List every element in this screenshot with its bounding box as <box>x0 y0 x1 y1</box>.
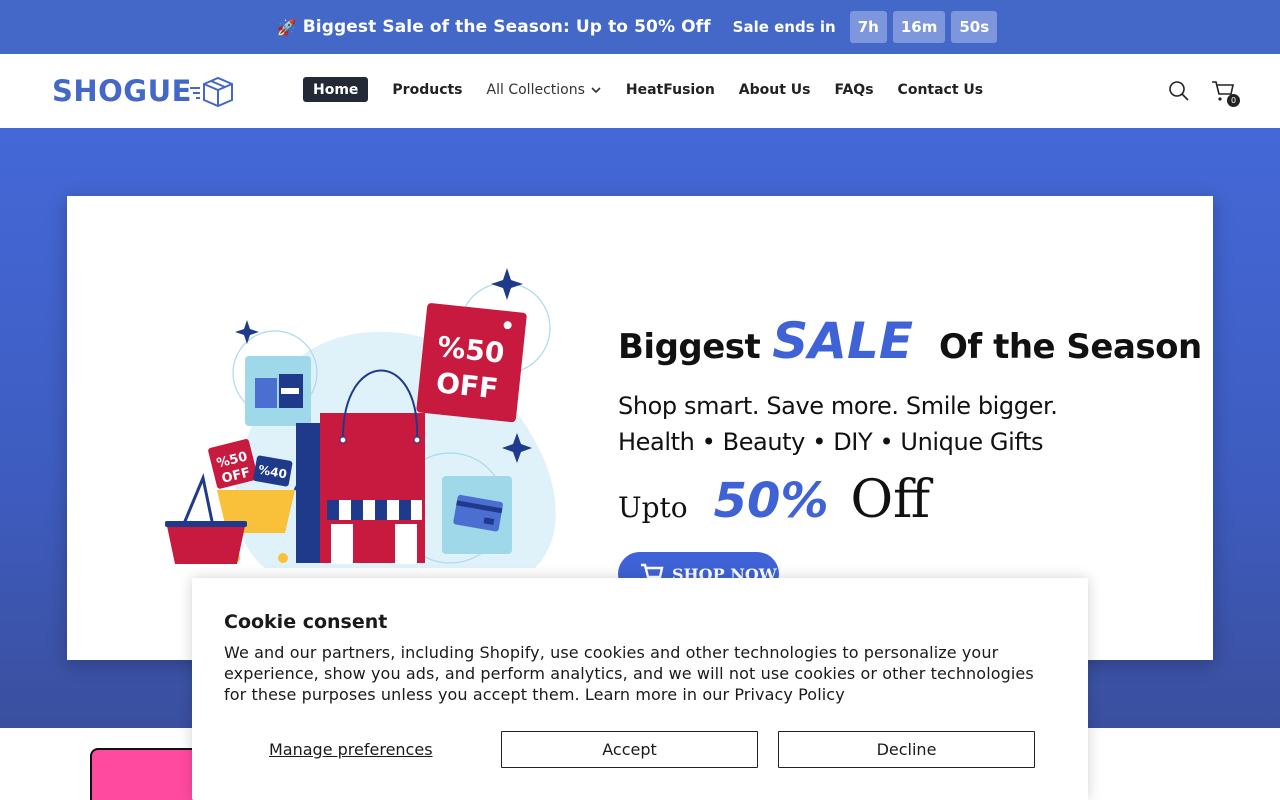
timer-hours: 7h <box>849 11 887 43</box>
timer-minutes: 16m <box>892 11 946 43</box>
announcement-bar: 🚀 Biggest Sale of the Season: Up to 50% … <box>0 0 1280 54</box>
nav-all-collections-label: All Collections <box>486 81 585 98</box>
decline-button[interactable]: Decline <box>778 731 1035 768</box>
main-nav: Home Products All Collections HeatFusion… <box>303 77 1007 102</box>
hero-subtitle-1: Shop smart. Save more. Smile bigger. <box>618 392 1058 420</box>
off-label: Off <box>850 470 931 530</box>
chevron-down-icon <box>591 86 601 93</box>
nav-products[interactable]: Products <box>392 77 462 102</box>
announcement-text: Biggest Sale of the Season: Up to 50% Of… <box>302 17 711 37</box>
discount-percent: 50% <box>713 473 829 529</box>
logo-text: SHOGUE <box>52 74 192 108</box>
accept-button[interactable]: Accept <box>501 731 758 768</box>
search-button[interactable] <box>1166 78 1192 104</box>
timer-seconds: 50s <box>951 11 998 43</box>
big-tag-line1: %50 <box>436 330 506 370</box>
hero-title-part2: Of the Season <box>939 327 1202 367</box>
nav-about-us[interactable]: About Us <box>739 77 811 102</box>
hero-title: Biggest SALE Of the Season <box>618 312 1202 370</box>
nav-heatfusion[interactable]: HeatFusion <box>626 77 715 102</box>
rocket-icon: 🚀 <box>276 17 297 37</box>
header-icons: 0 <box>1166 78 1240 107</box>
nav-faqs[interactable]: FAQs <box>835 77 874 102</box>
hero-title-part1: Biggest <box>618 327 761 367</box>
cookie-title: Cookie consent <box>224 611 388 633</box>
cart-count-badge: 0 <box>1227 94 1240 107</box>
nav-all-collections[interactable]: All Collections <box>487 77 602 102</box>
logo[interactable]: SHOGUE <box>52 74 236 108</box>
discount-line: Upto 50% Off <box>618 470 930 530</box>
hero-subtitle-2: Health • Beauty • DIY • Unique Gifts <box>618 428 1044 456</box>
big-tag-line2: OFF <box>435 366 500 405</box>
nav-contact-us[interactable]: Contact Us <box>898 77 984 102</box>
cookie-consent-banner: Cookie consent We and our partners, incl… <box>192 578 1088 800</box>
cookie-body: We and our partners, including Shopify, … <box>224 643 1034 704</box>
hero-title-highlight: SALE <box>772 312 914 370</box>
upto-label: Upto <box>618 491 688 524</box>
shopping-illustration: %50 OFF %50 OFF %40 <box>165 268 556 568</box>
box-icon <box>189 76 233 108</box>
site-header: SHOGUE Home Products All Collections Hea… <box>0 54 1280 128</box>
sale-ends-label: Sale ends in <box>732 18 836 36</box>
cart-button[interactable]: 0 <box>1210 78 1240 107</box>
manage-preferences-link[interactable]: Manage preferences <box>269 740 433 759</box>
nav-home[interactable]: Home <box>303 77 369 102</box>
search-icon <box>1169 81 1189 101</box>
